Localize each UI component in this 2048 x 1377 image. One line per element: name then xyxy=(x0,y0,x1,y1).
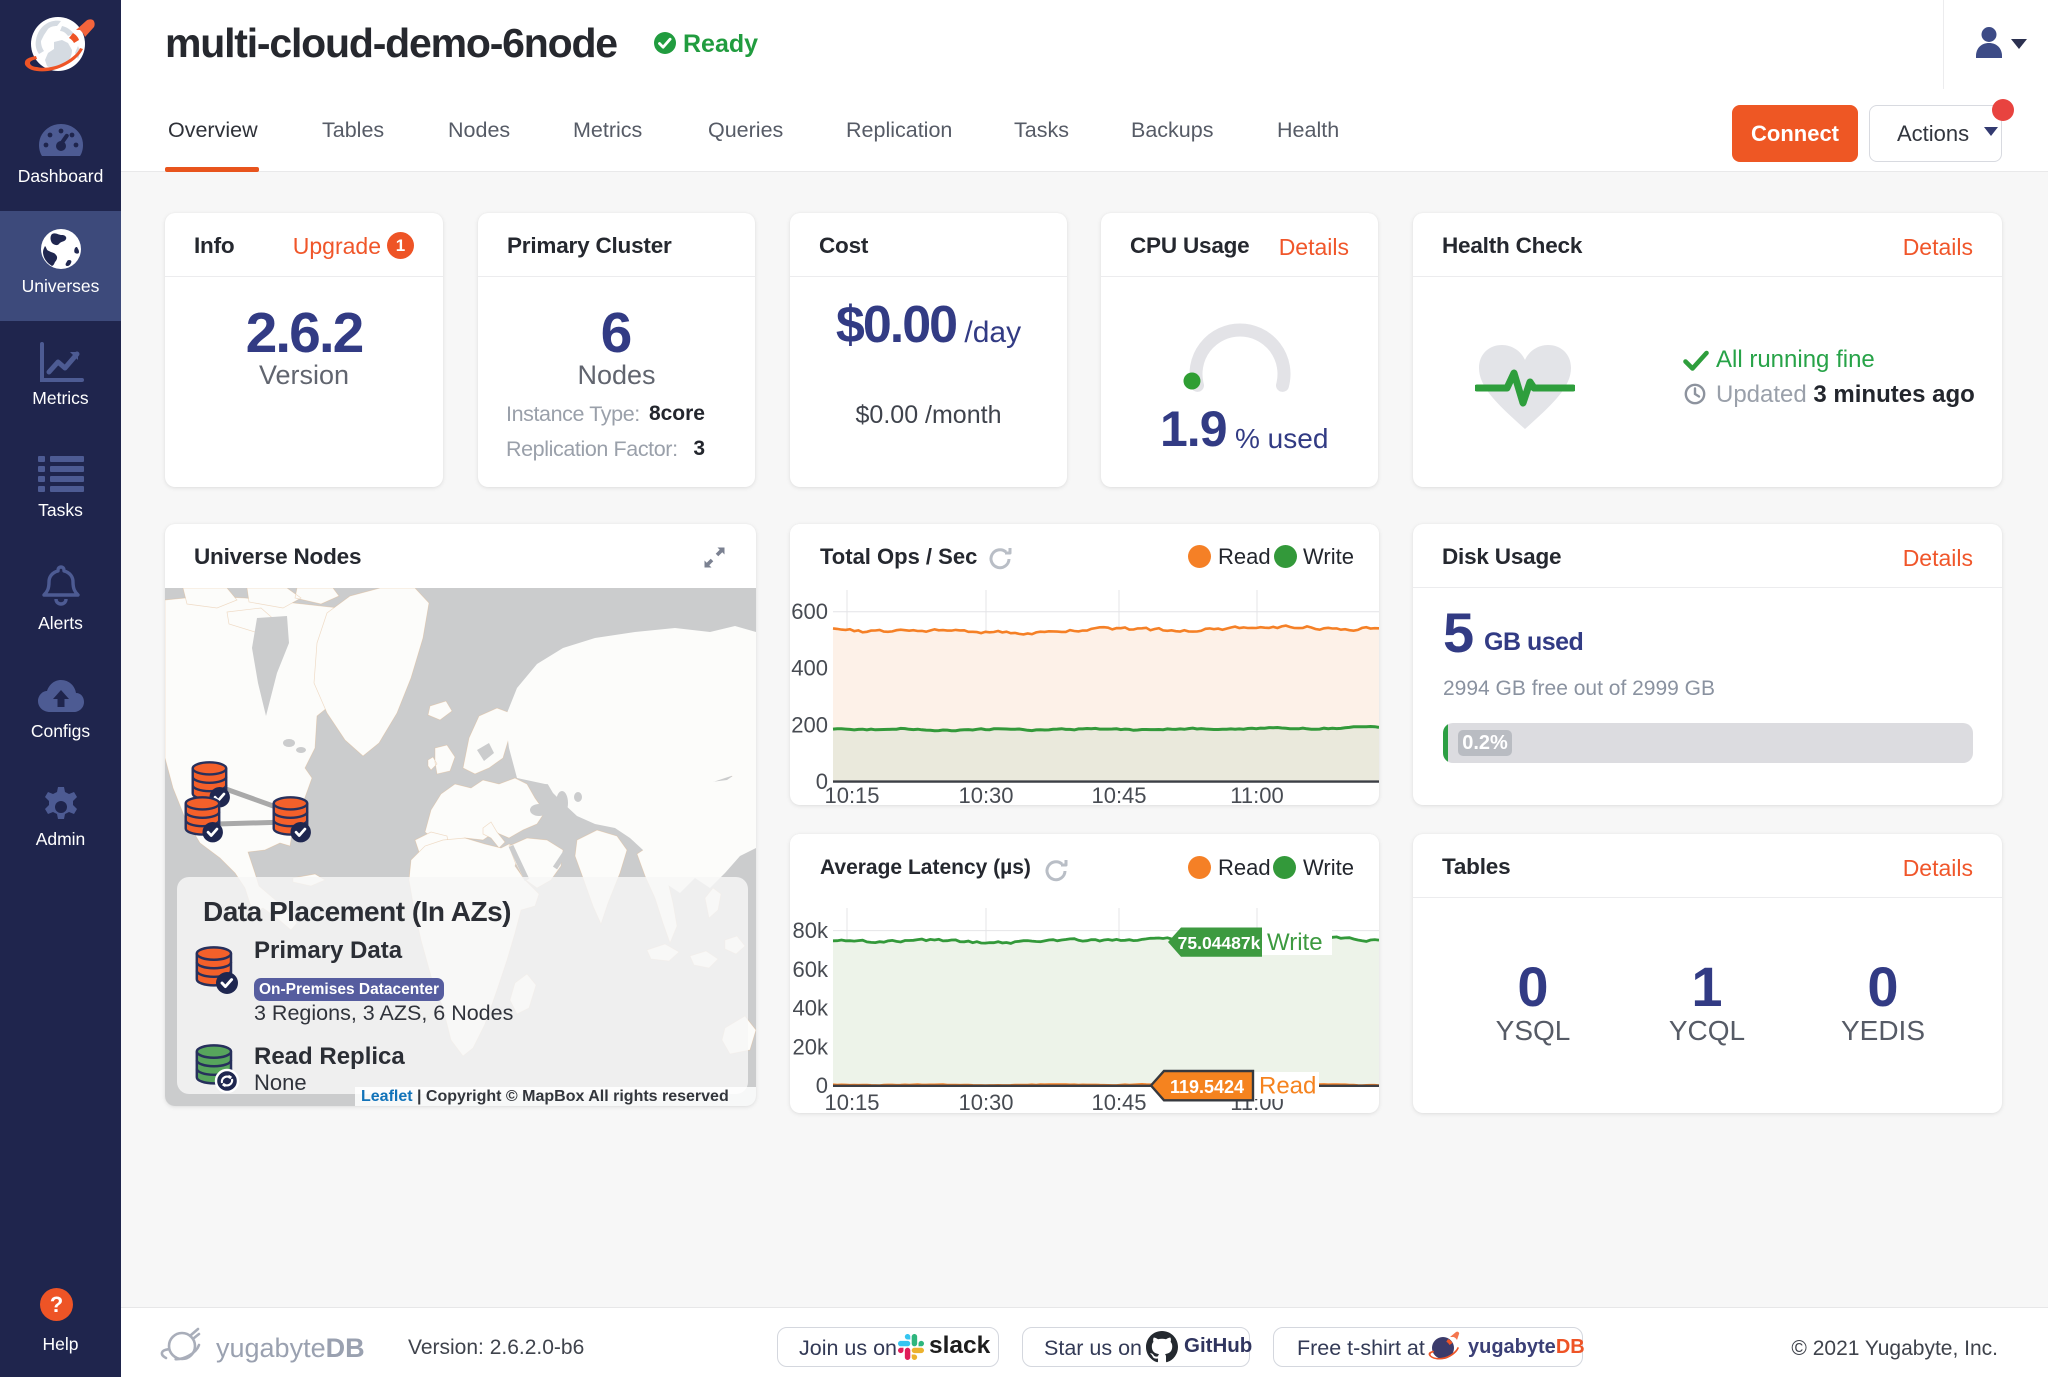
svg-text:10:30: 10:30 xyxy=(958,783,1013,805)
svg-text:40k: 40k xyxy=(793,996,829,1021)
svg-text:60k: 60k xyxy=(793,957,829,982)
svg-text:400: 400 xyxy=(791,656,828,681)
svg-text:10:15: 10:15 xyxy=(824,783,879,805)
svg-text:20k: 20k xyxy=(793,1034,829,1059)
svg-text:75.04487k: 75.04487k xyxy=(1178,933,1261,953)
svg-text:10:45: 10:45 xyxy=(1091,1090,1146,1113)
svg-text:80k: 80k xyxy=(793,918,829,943)
svg-text:600: 600 xyxy=(791,599,828,624)
svg-text:200: 200 xyxy=(791,712,828,737)
svg-text:10:30: 10:30 xyxy=(958,1090,1013,1113)
svg-text:10:45: 10:45 xyxy=(1091,783,1146,805)
svg-text:11:00: 11:00 xyxy=(1230,783,1283,805)
svg-text:10:15: 10:15 xyxy=(824,1090,879,1113)
svg-text:Write: Write xyxy=(1267,929,1323,956)
svg-text:Read: Read xyxy=(1259,1073,1316,1100)
svg-text:119.5424: 119.5424 xyxy=(1170,1077,1244,1097)
